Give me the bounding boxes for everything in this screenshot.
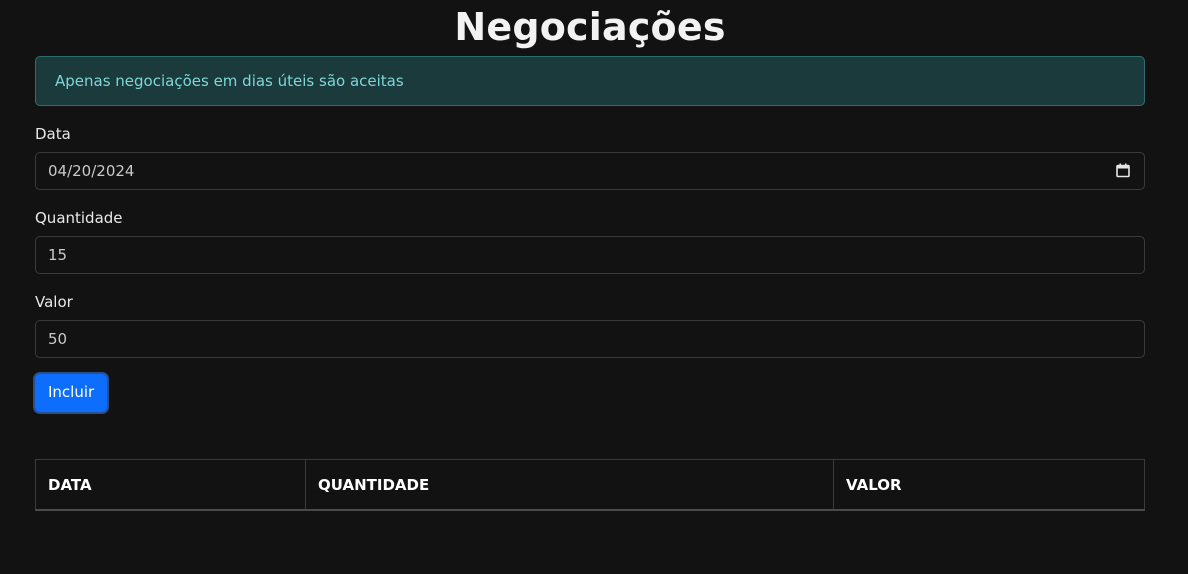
quantidade-input[interactable]: 15 [35,236,1145,274]
valor-label: Valor [35,293,73,311]
data-input[interactable]: 04/20/2024 [35,152,1145,190]
page-container: Negociações Apenas negociações em dias ú… [35,0,1145,511]
page-title: Negociações [454,5,726,49]
negociacao-form: Data 04/20/2024 Quantidade 15 Valor 50 I… [35,123,1145,412]
quantidade-value: 15 [48,246,68,264]
column-header-quantidade: QUANTIDADE [305,459,834,511]
quantidade-label: Quantidade [35,209,123,227]
valor-value: 50 [48,330,68,348]
column-header-valor: VALOR [833,459,1145,511]
negociacoes-table: DATA QUANTIDADE VALOR [35,459,1145,511]
column-header-data: DATA [35,459,306,511]
valor-input[interactable]: 50 [35,320,1145,358]
info-alert: Apenas negociações em dias úteis são ace… [35,56,1145,106]
table-header-row: DATA QUANTIDADE VALOR [35,459,1145,511]
calendar-icon[interactable] [1116,163,1130,178]
data-label: Data [35,125,71,143]
incluir-button[interactable]: Incluir [35,374,108,412]
data-value: 04/20/2024 [48,162,135,180]
